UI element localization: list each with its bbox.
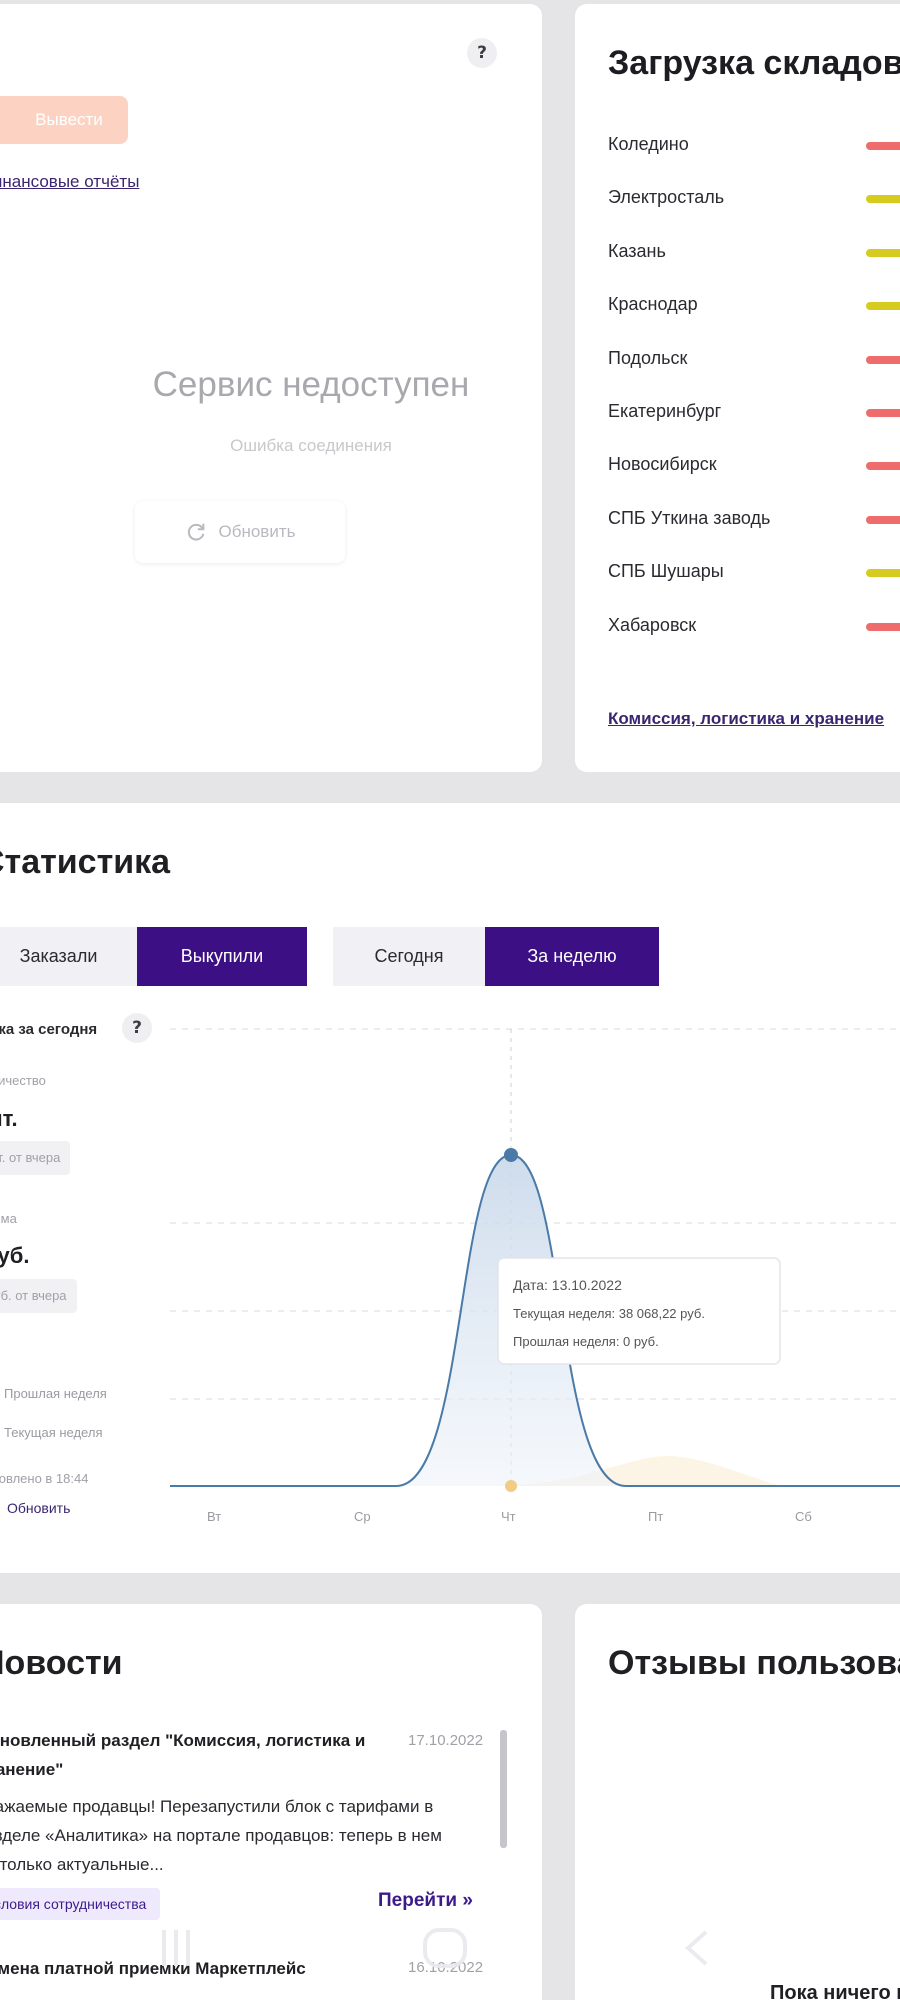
warehouse-row: Электросталь <box>608 183 900 213</box>
warehouse-load-card: Загрузка складов Коледино Электросталь Каз… <box>575 4 900 772</box>
summary-help-icon[interactable]: ? <box>122 1013 152 1043</box>
warehouse-load-bar <box>866 248 900 257</box>
warehouse-load-bar <box>866 142 900 150</box>
data-point-current[interactable] <box>504 1148 518 1162</box>
x-tick-label: Пт <box>648 1509 663 1524</box>
news-title: Новости <box>0 1644 123 1682</box>
finance-card: ? Вывести Финансовые отчёты Сервис недос… <box>0 4 542 772</box>
tab-ordered[interactable]: Заказали <box>0 927 137 986</box>
warehouse-load-bar <box>866 569 900 578</box>
warehouse-name: Коледино <box>608 134 689 154</box>
service-unavailable-title: Сервис недоступен <box>152 365 470 404</box>
warehouse-load-bar <box>866 355 900 364</box>
warehouse-row: Краснодар <box>608 290 900 320</box>
warehouse-name: Казань <box>608 240 666 261</box>
chart-tooltip: Дата: 13.10.2022 Текущая неделя: 38 068,… <box>497 1257 781 1365</box>
news-category-tag[interactable]: Условия сотрудничества <box>0 1888 161 1920</box>
warehouse-load-bar <box>866 622 900 631</box>
sum-diff-badge: 0 руб. от вчера <box>0 1279 77 1313</box>
user-reviews-title: Отзывы пользователей <box>608 1644 900 1682</box>
warehouse-name: СПБ Шушары <box>608 561 724 582</box>
warehouse-load-bar <box>866 195 900 204</box>
reviews-empty-message: Пока ничего нет <box>770 1982 900 2000</box>
warehouse-row: Коледино <box>608 130 900 160</box>
sum-value: 0 руб. <box>0 1243 30 1268</box>
warehouse-load-bar <box>866 409 900 417</box>
news-item-body: Уважаемые продавцы! Перезапустили блок с… <box>0 1797 442 1874</box>
warehouse-name: СПБ Уткина заводь <box>608 507 771 528</box>
legend-current-week: Текущая неделя <box>0 1425 102 1440</box>
legend-previous-week: Прошлая неделя <box>0 1386 107 1401</box>
financial-reports-link[interactable]: Финансовые отчёты <box>0 172 139 192</box>
home-icon[interactable] <box>423 1928 467 1968</box>
warehouse-load-bar <box>866 515 900 524</box>
warehouse-name: Краснодар <box>608 294 698 315</box>
legend-previous-label: Прошлая неделя <box>4 1386 107 1401</box>
tooltip-date: Дата: 13.10.2022 <box>513 1277 622 1293</box>
quantity-diff-badge: 0 шт. от вчера <box>0 1141 71 1175</box>
warehouse-load-bar <box>866 302 900 311</box>
x-tick-label: Вт <box>207 1509 221 1524</box>
sum-label: Сумма <box>0 1211 17 1226</box>
news-item-date: 17.10.2022 <box>408 1732 484 1749</box>
warehouse-name: Новосибирск <box>608 454 717 475</box>
finance-help-icon[interactable]: ? <box>467 38 497 68</box>
news-goto-link[interactable]: Перейти » <box>378 1890 473 1912</box>
refresh-icon <box>187 523 204 541</box>
back-icon[interactable] <box>684 1930 708 1966</box>
warehouse-row: СПБ Шушары <box>608 557 900 587</box>
warehouse-name: Хабаровск <box>608 614 697 635</box>
statistics-title: Статистика <box>0 843 171 881</box>
summary-label: Сводка за сегодня <box>0 1021 98 1038</box>
system-nav-bar <box>162 1928 708 1968</box>
warehouse-row: Подольск <box>608 344 900 374</box>
warehouse-row: СПБ Уткина заводь <box>608 504 900 534</box>
news-scrollbar[interactable] <box>500 1730 507 1848</box>
refresh-label: Обновить <box>218 522 296 541</box>
commission-logistics-link[interactable]: Комиссия, логистика и хранение <box>608 709 884 729</box>
warehouse-row: Екатеринбург <box>608 397 900 427</box>
warehouse-name: Екатеринбург <box>608 401 722 421</box>
quantity-value: 0 шт. <box>0 1106 18 1131</box>
stats-refresh-link[interactable]: Обновить <box>7 1500 70 1516</box>
recent-apps-icon[interactable] <box>162 1930 190 1966</box>
sales-chart: Вт Ср Чт Пт Сб Дата: 13.10.2022 Текущая неде… <box>170 1028 900 1524</box>
warehouse-row: Новосибирск <box>608 450 900 480</box>
news-item-title[interactable]: Обновленный раздел "Комиссия, логистика … <box>0 1726 376 1784</box>
warehouse-load-title: Загрузка складов <box>608 44 900 82</box>
tooltip-previous: Прошлая неделя: 0 руб. <box>513 1334 659 1349</box>
updated-time: Обновлено в 18:44 <box>0 1471 89 1486</box>
chart-x-axis: Вт Ср Чт Пт Сб <box>207 1509 812 1524</box>
warehouse-name: Электросталь <box>608 187 725 208</box>
x-tick-label: Ср <box>354 1509 371 1524</box>
warehouse-load-bar <box>866 462 900 471</box>
warehouse-row: Хабаровск <box>608 611 900 641</box>
legend-current-label: Текущая неделя <box>4 1425 103 1440</box>
withdraw-button[interactable]: Вывести <box>0 96 128 144</box>
refresh-button[interactable]: Обновить <box>135 501 345 563</box>
statistics-card: Статистика Заказали Выкупили Сегодня За … <box>0 803 900 1573</box>
quantity-label: Количество <box>0 1073 46 1088</box>
warehouse-name: Подольск <box>608 347 688 368</box>
x-tick-label: Чт <box>501 1509 516 1524</box>
service-error-subtitle: Ошибка соединения <box>230 436 392 455</box>
warehouse-row: Казань <box>608 237 900 267</box>
data-point-previous[interactable] <box>505 1480 517 1492</box>
x-tick-label: Сб <box>795 1509 812 1524</box>
tooltip-current: Текущая неделя: 38 068,22 руб. <box>513 1306 705 1321</box>
